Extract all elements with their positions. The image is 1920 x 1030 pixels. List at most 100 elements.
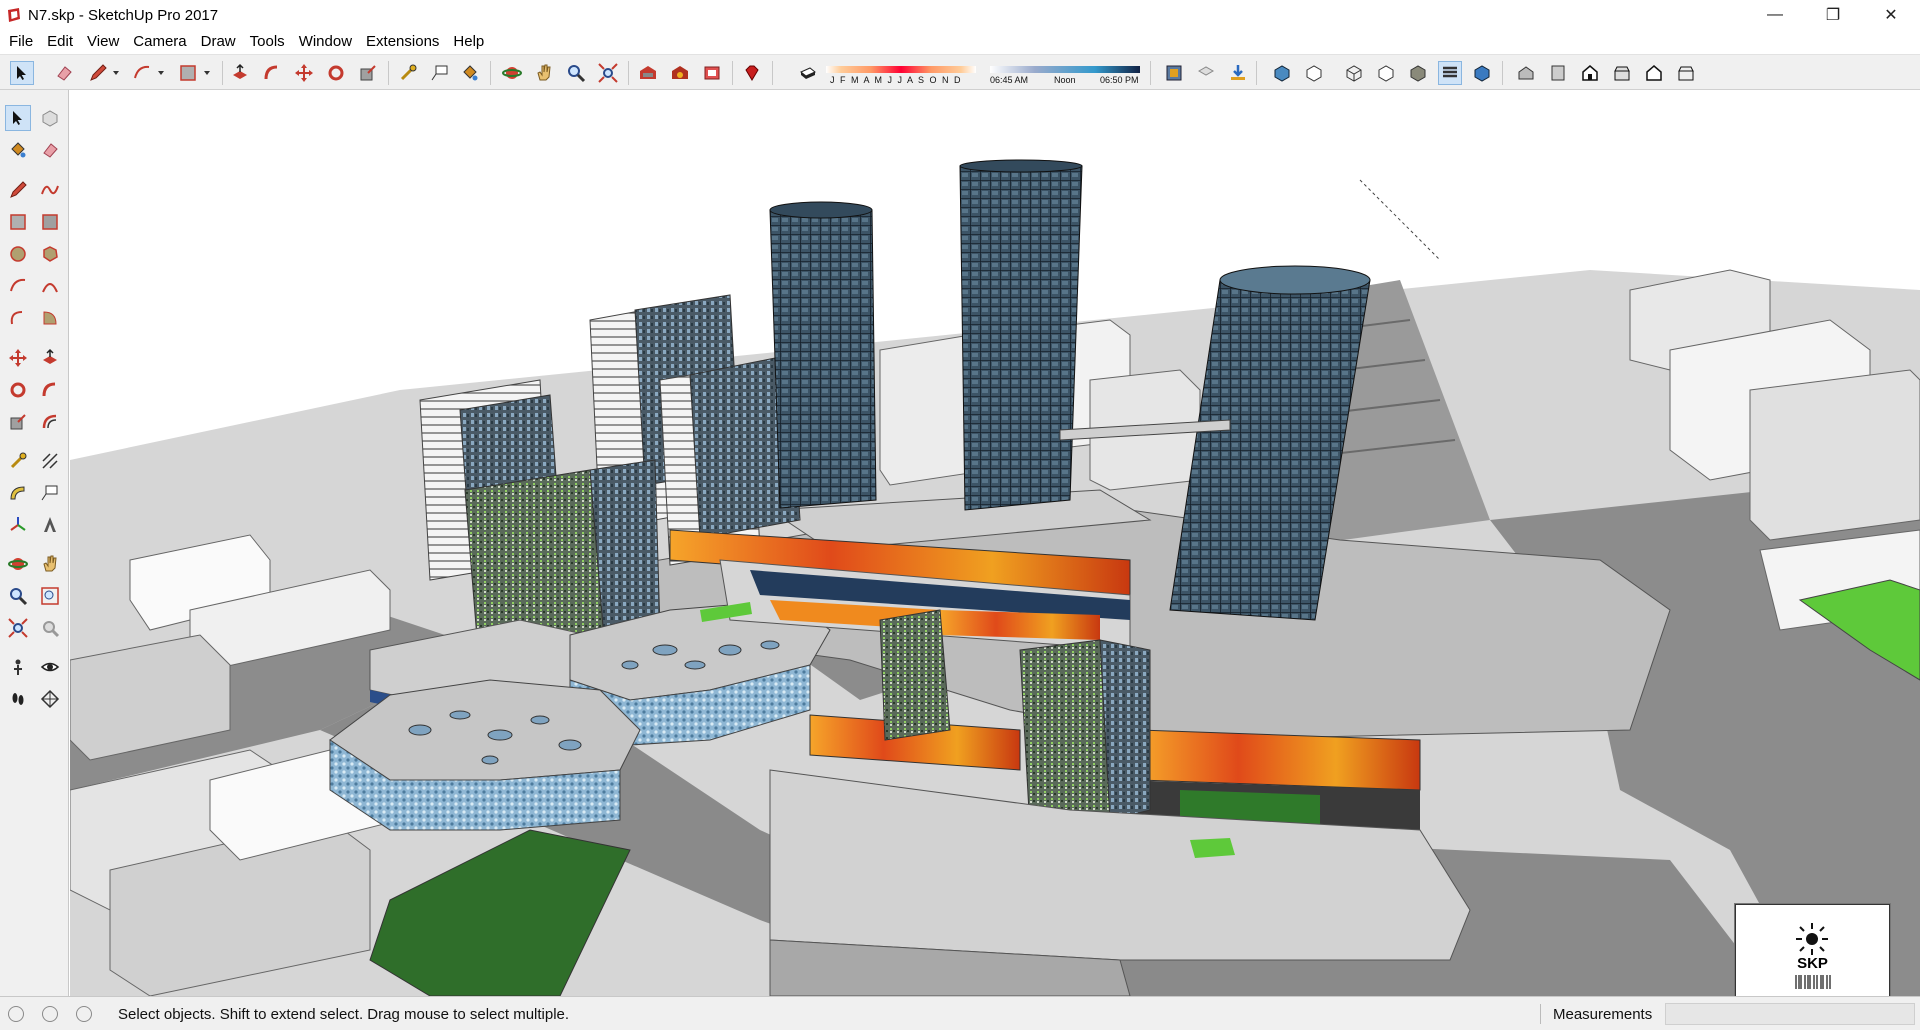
arc-tool[interactable]: [5, 273, 31, 299]
menu-draw[interactable]: Draw: [194, 33, 243, 50]
rectangle-tool[interactable]: [5, 209, 31, 235]
protractor-tool[interactable]: [5, 480, 31, 506]
view-right-button[interactable]: [1610, 61, 1634, 85]
view-front-button[interactable]: [1578, 61, 1602, 85]
3d-text-tool[interactable]: [37, 512, 63, 538]
menu-window[interactable]: Window: [292, 33, 359, 50]
style-xray-button[interactable]: [1270, 61, 1294, 85]
geo-location-icon[interactable]: [8, 1006, 24, 1022]
section-plane-button[interactable]: [1162, 61, 1186, 85]
orbit-tool-button[interactable]: [500, 61, 524, 85]
rectangle-tool-dropdown[interactable]: [201, 61, 213, 85]
circle-tool[interactable]: [5, 241, 31, 267]
menu-view[interactable]: View: [80, 33, 126, 50]
orbit-tool[interactable]: [5, 551, 31, 577]
user-account-icon[interactable]: [76, 1006, 92, 1022]
pie-tool[interactable]: [37, 305, 63, 331]
three-point-arc-tool[interactable]: [5, 305, 31, 331]
menu-file[interactable]: File: [2, 33, 40, 50]
polygon-tool[interactable]: [37, 241, 63, 267]
two-point-arc-tool[interactable]: [37, 273, 63, 299]
maximize-button[interactable]: ❐: [1804, 0, 1862, 30]
follow-me-tool[interactable]: [37, 377, 63, 403]
extension-warehouse-button[interactable]: [668, 61, 692, 85]
arc-tool-button[interactable]: [130, 61, 154, 85]
zoom-tool-button[interactable]: [564, 61, 588, 85]
paint-bucket-tool-button[interactable]: [458, 61, 482, 85]
measurements-input[interactable]: [1665, 1003, 1915, 1025]
position-camera-tool[interactable]: [5, 654, 31, 680]
style-hidden-line-button[interactable]: [1374, 61, 1398, 85]
line-tool-dropdown[interactable]: [110, 61, 122, 85]
make-component-tool[interactable]: [37, 105, 63, 131]
model-viewport[interactable]: [70, 90, 1920, 996]
push-pull-tool[interactable]: [37, 345, 63, 371]
extension-manager-button[interactable]: [740, 61, 764, 85]
eraser-icon: [57, 66, 72, 81]
eraser-tool[interactable]: [37, 137, 63, 163]
close-button[interactable]: ✕: [1862, 0, 1920, 30]
offset-tool[interactable]: [37, 409, 63, 435]
view-left-button[interactable]: [1674, 61, 1698, 85]
view-top-button[interactable]: [1546, 61, 1570, 85]
sun-position-button[interactable]: [1226, 61, 1250, 85]
x-ray-button[interactable]: [1194, 61, 1218, 85]
zoom-extents-tool[interactable]: [5, 615, 31, 641]
menu-tools[interactable]: Tools: [243, 33, 292, 50]
previous-view-tool[interactable]: [37, 615, 63, 641]
rotate-tool[interactable]: [5, 377, 31, 403]
scale-tool-button[interactable]: [356, 61, 380, 85]
scale-tool[interactable]: [5, 409, 31, 435]
walk-tool[interactable]: [5, 686, 31, 712]
view-iso-button[interactable]: [1514, 61, 1538, 85]
zoom-window-tool[interactable]: [37, 583, 63, 609]
tape-measure-tool[interactable]: [5, 448, 31, 474]
line-tool[interactable]: [5, 177, 31, 203]
menu-edit[interactable]: Edit: [40, 33, 80, 50]
warehouse-button[interactable]: [636, 61, 660, 85]
style-shaded-button[interactable]: [1406, 61, 1430, 85]
chevron-down-icon: [204, 71, 210, 75]
minimize-button[interactable]: —: [1746, 0, 1804, 30]
tape-measure-tool-button[interactable]: [396, 61, 420, 85]
menu-help[interactable]: Help: [446, 33, 491, 50]
section-plane-tool[interactable]: [37, 686, 63, 712]
move-tool[interactable]: [5, 345, 31, 371]
credits-info-icon[interactable]: [42, 1006, 58, 1022]
style-monochrome-button[interactable]: [1470, 61, 1494, 85]
dimension-tool[interactable]: [37, 448, 63, 474]
style-wireframe-button[interactable]: [1342, 61, 1366, 85]
select-tool[interactable]: [5, 105, 31, 131]
shadow-month-slider[interactable]: J F M A M J J A S O N D: [826, 63, 976, 87]
axes-tool[interactable]: [5, 512, 31, 538]
pan-tool-button[interactable]: [532, 61, 556, 85]
freehand-tool[interactable]: [37, 177, 63, 203]
rectangle-tool-button[interactable]: [176, 61, 200, 85]
shadows-toggle-button[interactable]: [796, 61, 820, 85]
text-tool[interactable]: [37, 480, 63, 506]
zoom-extents-tool-button[interactable]: [596, 61, 620, 85]
style-back-edges-button[interactable]: [1302, 61, 1326, 85]
move-tool-button[interactable]: [292, 61, 316, 85]
paint-bucket-tool[interactable]: [5, 137, 31, 163]
pan-tool[interactable]: [37, 551, 63, 577]
position-camera-icon: [14, 659, 22, 675]
menu-camera[interactable]: Camera: [126, 33, 193, 50]
rotated-rectangle-tool[interactable]: [37, 209, 63, 235]
shadow-time-slider[interactable]: 06:45 AM Noon 06:50 PM: [990, 63, 1140, 87]
menu-extensions[interactable]: Extensions: [359, 33, 446, 50]
look-around-tool[interactable]: [37, 654, 63, 680]
follow-me-tool-button[interactable]: [260, 61, 284, 85]
zoom-tool[interactable]: [5, 583, 31, 609]
arc-tool-dropdown[interactable]: [155, 61, 167, 85]
send-to-layout-button[interactable]: [700, 61, 724, 85]
arrow-cursor-icon: [13, 111, 22, 125]
eraser-tool-button[interactable]: [52, 61, 76, 85]
line-tool-button[interactable]: [86, 61, 110, 85]
style-textures-button[interactable]: [1438, 61, 1462, 85]
rotate-tool-button[interactable]: [324, 61, 348, 85]
push-pull-tool-button[interactable]: [228, 61, 252, 85]
view-back-button[interactable]: [1642, 61, 1666, 85]
text-tool-button[interactable]: [428, 61, 452, 85]
select-tool-button[interactable]: [10, 61, 34, 85]
